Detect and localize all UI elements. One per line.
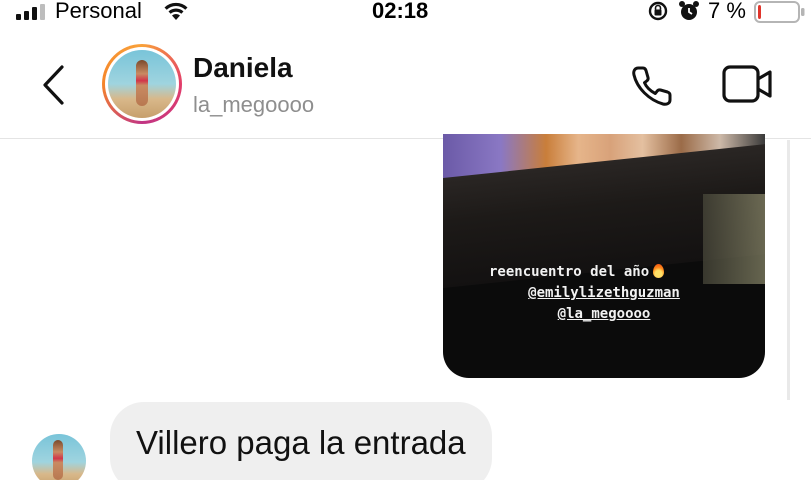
battery-icon (754, 1, 805, 23)
message-row: Villero paga la entrada (0, 402, 811, 480)
battery-percent: 7 % (708, 0, 746, 23)
story-caption: reencuentro del año (489, 264, 765, 280)
contact-name[interactable]: Daniela (193, 52, 293, 84)
scrollbar[interactable] (787, 140, 790, 400)
fire-emoji-icon (653, 264, 665, 278)
contact-username[interactable]: la_megoooo (193, 92, 314, 118)
message-bubble[interactable]: Villero paga la entrada (110, 402, 492, 480)
avatar[interactable] (32, 434, 86, 480)
message-thread: reencuentro del año @emilylizethguzman @… (0, 134, 811, 480)
chat-header: Daniela la_megoooo (0, 26, 811, 139)
signal-icon (16, 4, 45, 20)
rotation-lock-icon (648, 1, 668, 21)
story-mention[interactable]: @la_megoooo (443, 306, 765, 322)
back-chevron-icon[interactable] (40, 64, 68, 106)
story-reply-preview[interactable]: reencuentro del año @emilylizethguzman @… (443, 134, 765, 378)
phone-icon[interactable] (628, 62, 676, 110)
video-camera-icon[interactable] (722, 64, 774, 104)
carrier-name: Personal (55, 0, 142, 23)
status-time: 02:18 (372, 0, 429, 23)
profile-avatar[interactable] (102, 44, 182, 124)
status-bar: Personal 02:18 7 % (0, 0, 811, 26)
story-mention[interactable]: @emilylizethguzman (443, 285, 765, 301)
wifi-icon (164, 2, 188, 20)
alarm-icon (679, 1, 699, 20)
